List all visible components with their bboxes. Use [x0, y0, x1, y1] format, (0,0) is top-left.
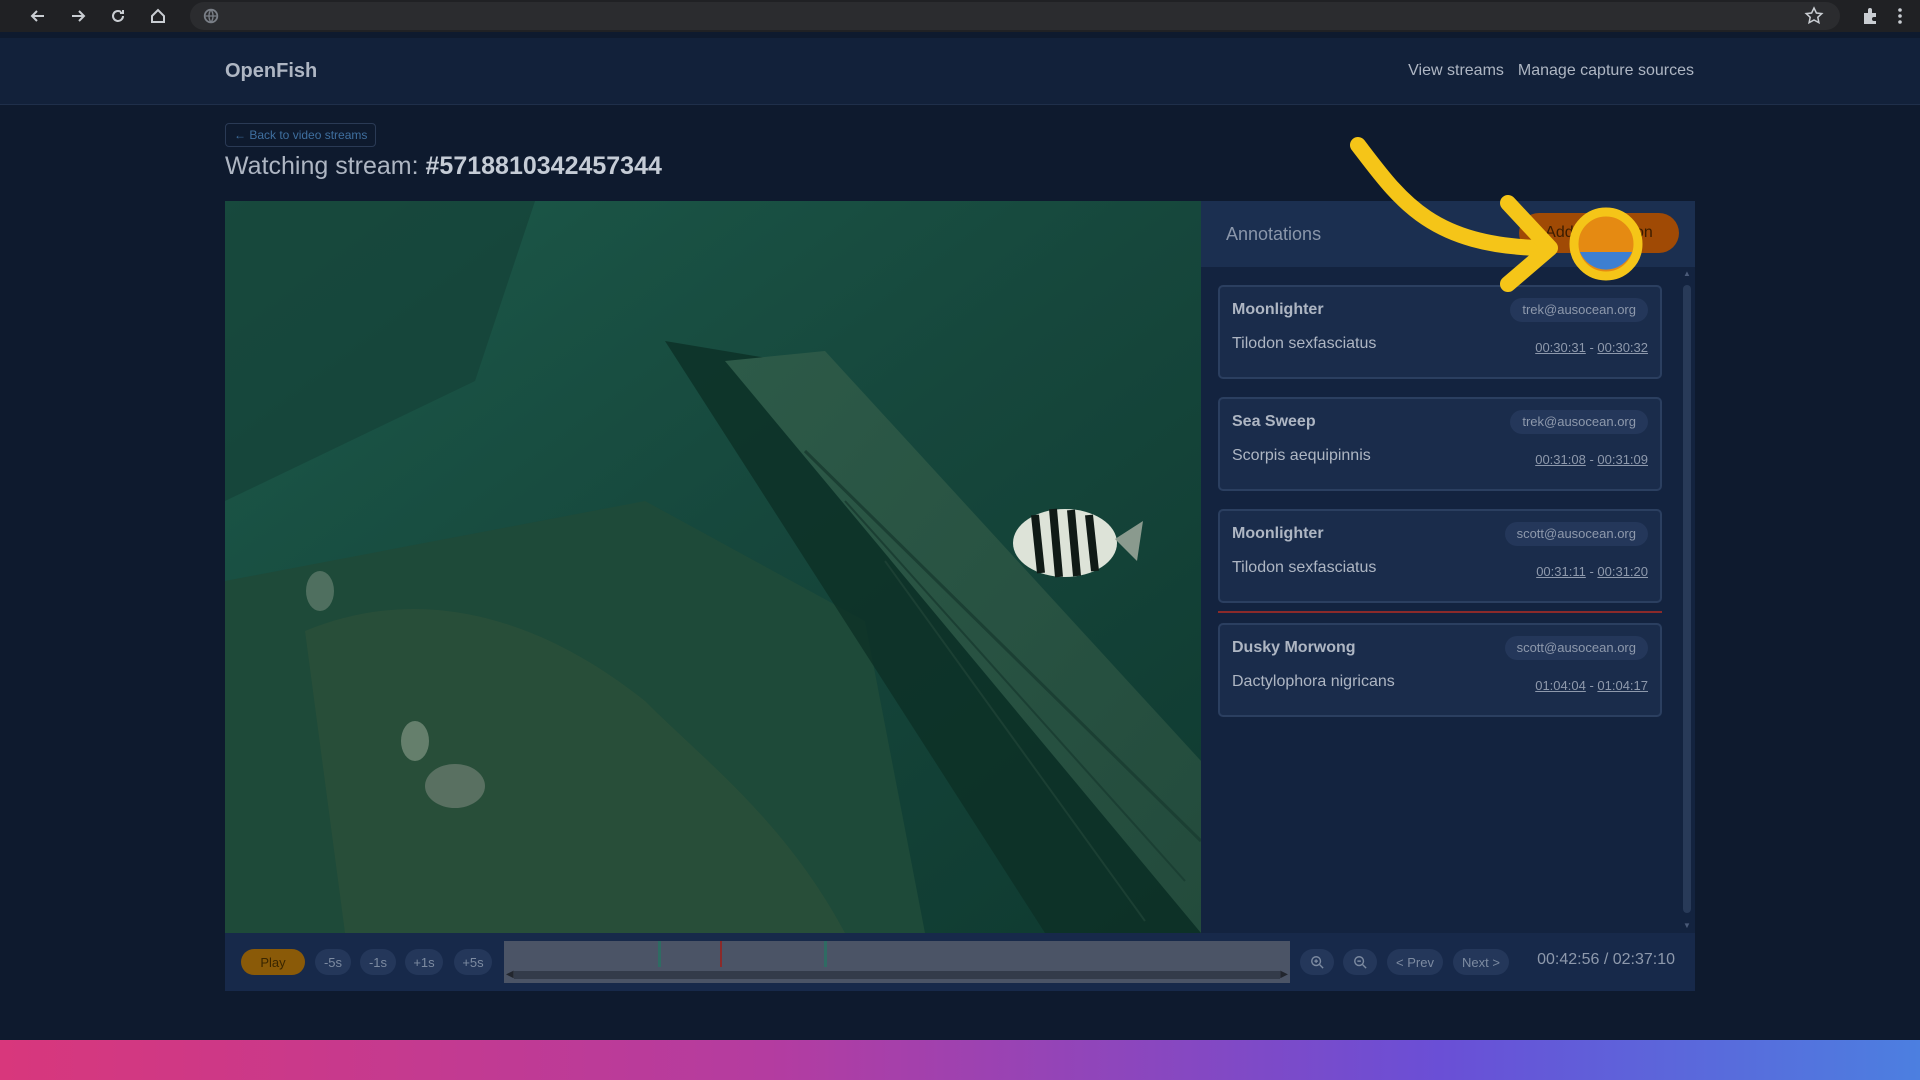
current-time-marker — [1218, 611, 1662, 613]
scroll-down-arrow-icon[interactable]: ▼ — [1683, 921, 1691, 931]
video-player[interactable] — [225, 201, 1201, 933]
annotations-title: Annotations — [1226, 223, 1322, 244]
extensions-icon[interactable] — [1860, 6, 1880, 26]
stream-id: #5718810342457344 — [425, 152, 662, 180]
annotation-time-range: 00:31:08 - 00:31:09 — [1535, 452, 1648, 467]
video-frame — [225, 201, 1201, 933]
time-separator: - — [1585, 340, 1598, 355]
header-nav: View streams Manage capture sources — [1408, 62, 1694, 80]
back-icon[interactable] — [18, 0, 58, 32]
nav-view-streams[interactable]: View streams — [1408, 62, 1504, 80]
time-separator: - — [1585, 564, 1598, 579]
annotation-card[interactable]: Dusky Morwong Dactylophora nigricans sco… — [1218, 623, 1662, 717]
time-separator: - — [1585, 452, 1598, 467]
page-title: Watching stream: #5718810342457344 — [225, 152, 662, 181]
seek-plus-1s-button[interactable]: +1s — [405, 949, 443, 975]
nav-manage-capture-sources[interactable]: Manage capture sources — [1518, 62, 1694, 80]
app-header: OpenFish View streams Manage capture sou… — [0, 38, 1920, 105]
annotation-card[interactable]: Moonlighter Tilodon sexfasciatus trek@au… — [1218, 285, 1662, 379]
timeline[interactable]: ◀ ▶ — [504, 941, 1290, 983]
annotation-end-time[interactable]: 00:30:32 — [1597, 340, 1648, 355]
brand-logo[interactable]: OpenFish — [225, 60, 317, 83]
forward-icon[interactable] — [58, 0, 98, 32]
annotation-start-time[interactable]: 01:04:04 — [1535, 678, 1586, 693]
annotations-header: Annotations Add annotation — [1201, 201, 1695, 267]
scroll-thumb[interactable] — [1683, 285, 1691, 913]
annotation-end-time[interactable]: 00:31:20 — [1597, 564, 1648, 579]
seek-minus-5s-button[interactable]: -5s — [315, 949, 351, 975]
zoom-out-button[interactable] — [1343, 949, 1377, 975]
home-icon[interactable] — [138, 0, 178, 32]
play-button[interactable]: Play — [241, 949, 305, 975]
scroll-up-arrow-icon[interactable]: ▲ — [1683, 269, 1691, 279]
annotation-species: Dactylophora nigricans — [1232, 673, 1395, 690]
playback-controls: Play -5s -1s +1s +5s ◀ ▶ < Prev Next > 0… — [225, 933, 1695, 991]
annotations-scrollbar[interactable]: ▲ ▼ — [1679, 267, 1695, 933]
timeline-scroll-left-icon[interactable]: ◀ — [506, 969, 514, 980]
back-to-streams-link[interactable]: ← Back to video streams — [225, 123, 377, 147]
site-info-icon[interactable] — [202, 7, 220, 25]
browser-toolbar — [0, 0, 1920, 32]
player-container: Annotations Add annotation Moonlighter T… — [225, 201, 1695, 991]
zoom-in-button[interactable] — [1300, 949, 1334, 975]
timeline-scroll-right-icon[interactable]: ▶ — [1280, 969, 1288, 980]
zoom-in-icon — [1311, 956, 1324, 969]
zoom-out-icon — [1354, 956, 1367, 969]
annotation-start-time[interactable]: 00:30:31 — [1535, 340, 1586, 355]
annotation-name: Dusky Morwong — [1232, 639, 1356, 656]
add-annotation-button[interactable]: Add annotation — [1519, 213, 1679, 253]
playback-time: 00:42:56 / 02:37:10 — [1537, 951, 1675, 968]
annotations-panel: Annotations Add annotation Moonlighter T… — [1201, 201, 1695, 933]
annotation-species: Tilodon sexfasciatus — [1232, 559, 1377, 576]
annotation-species: Tilodon sexfasciatus — [1232, 335, 1377, 352]
seek-minus-1s-button[interactable]: -1s — [360, 949, 396, 975]
menu-icon[interactable] — [1890, 6, 1910, 26]
annotation-author-badge: trek@ausocean.org — [1510, 298, 1648, 322]
seek-plus-5s-button[interactable]: +5s — [454, 949, 492, 975]
annotation-start-time[interactable]: 00:31:11 — [1536, 564, 1586, 579]
annotation-end-time[interactable]: 00:31:09 — [1597, 452, 1648, 467]
decorative-gradient-strip — [0, 1040, 1920, 1080]
next-annotation-button[interactable]: Next > — [1453, 949, 1509, 975]
timeline-scrollbar[interactable] — [514, 971, 1280, 979]
time-separator: - — [1585, 678, 1598, 693]
prev-annotation-button[interactable]: < Prev — [1387, 949, 1443, 975]
annotation-card[interactable]: Moonlighter Tilodon sexfasciatus scott@a… — [1218, 509, 1662, 603]
annotation-time-range: 01:04:04 - 01:04:17 — [1535, 678, 1648, 693]
annotation-author-badge: trek@ausocean.org — [1510, 410, 1648, 434]
annotation-name: Moonlighter — [1232, 525, 1324, 542]
annotation-start-time[interactable]: 00:31:08 — [1535, 452, 1586, 467]
bookmark-star-icon[interactable] — [1804, 6, 1824, 26]
annotation-species: Scorpis aequipinnis — [1232, 447, 1371, 464]
annotation-author-badge: scott@ausocean.org — [1504, 636, 1648, 660]
annotation-card[interactable]: Sea Sweep Scorpis aequipinnis trek@ausoc… — [1218, 397, 1662, 491]
annotation-time-range: 00:30:31 - 00:30:32 — [1535, 340, 1648, 355]
annotation-marker[interactable] — [824, 941, 827, 967]
annotation-name: Moonlighter — [1232, 301, 1324, 318]
address-bar[interactable] — [190, 2, 1840, 30]
page-title-prefix: Watching stream: — [225, 152, 426, 180]
annotation-end-time[interactable]: 01:04:17 — [1597, 678, 1648, 693]
annotation-marker[interactable] — [658, 941, 661, 967]
playhead[interactable] — [720, 941, 722, 967]
annotation-author-badge: scott@ausocean.org — [1504, 522, 1648, 546]
annotation-name: Sea Sweep — [1232, 413, 1316, 430]
annotations-list[interactable]: Moonlighter Tilodon sexfasciatus trek@au… — [1201, 267, 1679, 933]
annotation-time-range: 00:31:11 - 00:31:20 — [1536, 564, 1648, 579]
reload-icon[interactable] — [98, 0, 138, 32]
